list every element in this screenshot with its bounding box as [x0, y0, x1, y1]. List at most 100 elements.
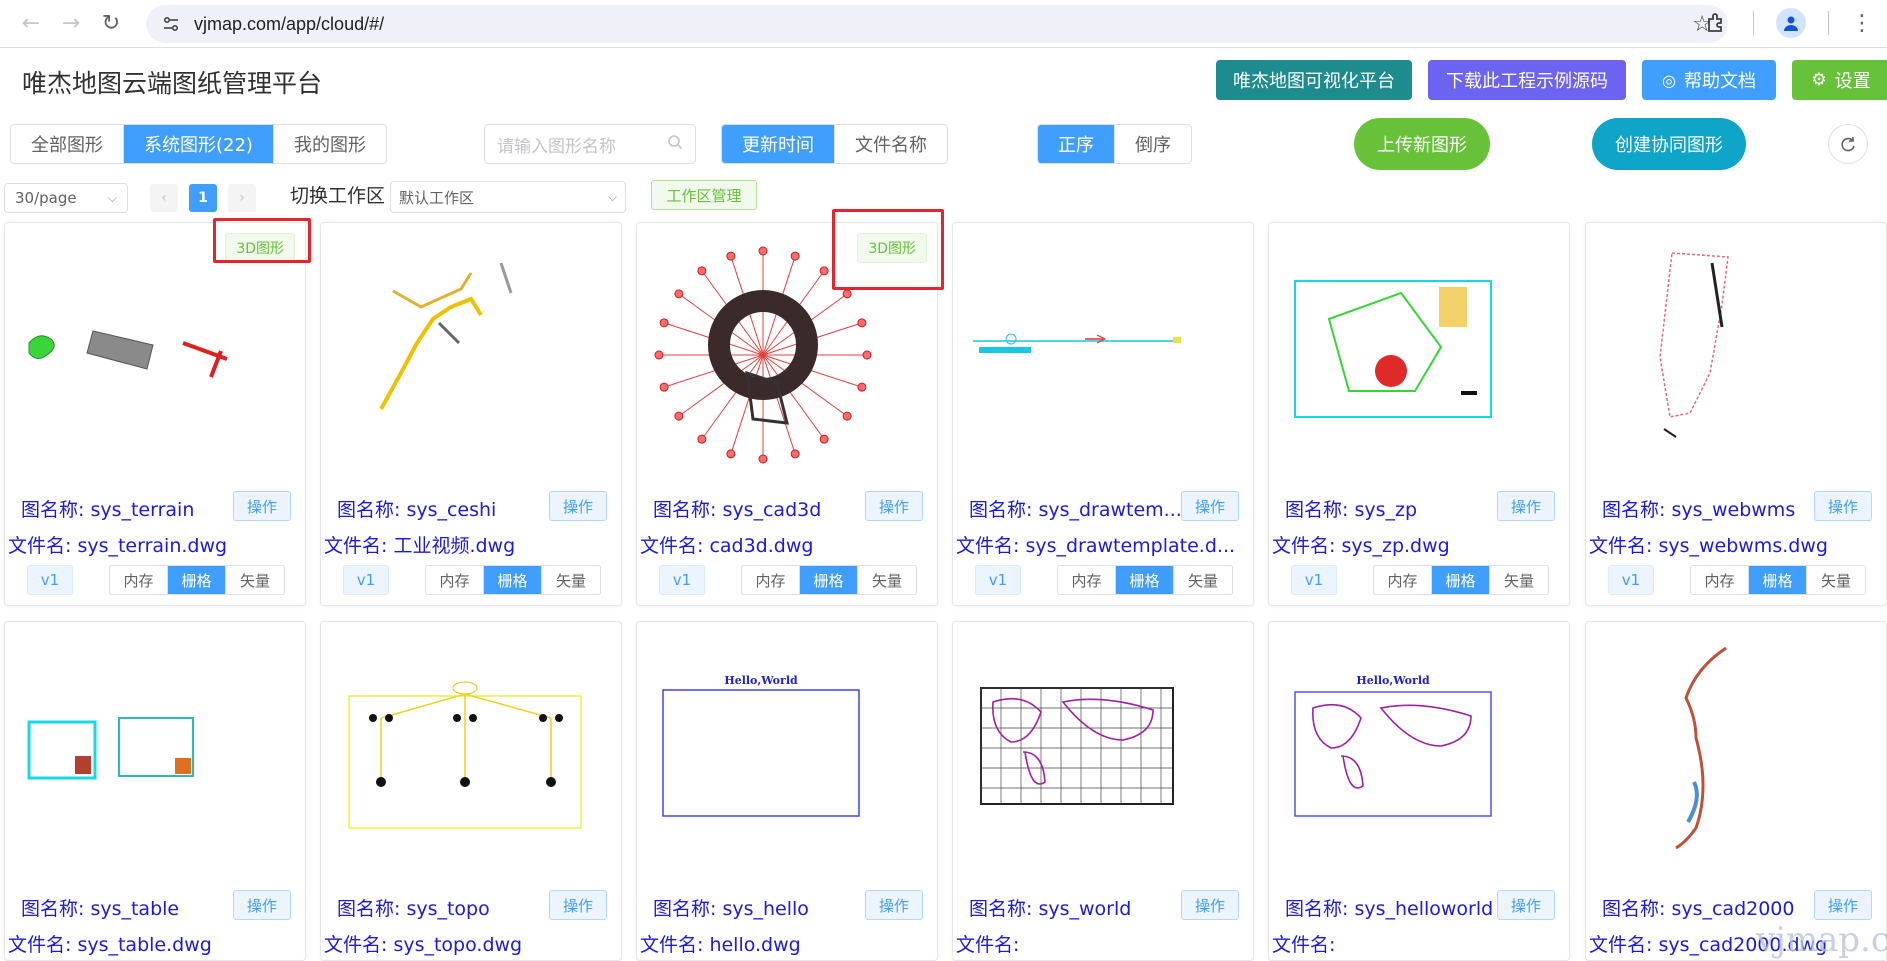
version-badge[interactable]: v1 [27, 565, 73, 595]
search-input[interactable]: 请输入图形名称 [484, 124, 696, 164]
operate-button[interactable]: 操作 [1814, 890, 1872, 920]
world-drawing[interactable] [953, 622, 1254, 884]
drawing-stroke [1461, 391, 1477, 395]
mode-vector[interactable]: 矢量 [542, 566, 600, 594]
workspace-select[interactable]: 默认工作区 ⌵ [390, 181, 626, 213]
reload-icon[interactable]: ↻ [94, 7, 128, 41]
tab-system-maps[interactable]: 系统图形(22) [124, 125, 274, 163]
mode-memory[interactable]: 内存 [426, 566, 484, 594]
version-badge[interactable]: v1 [1608, 565, 1654, 595]
mode-vector[interactable]: 矢量 [226, 566, 284, 594]
operate-button[interactable]: 操作 [1181, 491, 1239, 521]
drawing-stroke [1659, 252, 1729, 418]
download-source-button[interactable]: 下载此工程示例源码 [1428, 60, 1626, 100]
operate-button[interactable]: 操作 [1814, 491, 1872, 521]
profile-avatar-icon[interactable] [1776, 8, 1806, 38]
settings-button[interactable]: ⚙ 设置 [1792, 60, 1887, 100]
operate-button[interactable]: 操作 [233, 491, 291, 521]
mode-memory[interactable]: 内存 [1058, 566, 1116, 594]
map-card[interactable]: 3D图形 图名称: sys_terrain 操作 文件名: sys_terrai… [4, 222, 306, 606]
version-badge[interactable]: v1 [975, 565, 1021, 595]
map-card[interactable]: 图名称: sys_ceshi 操作 文件名: 工业视频.dwg v1 内存 栅格… [320, 222, 622, 606]
search-placeholder: 请输入图形名称 [497, 136, 616, 157]
mode-memory[interactable]: 内存 [742, 566, 800, 594]
site-settings-icon[interactable] [162, 15, 180, 33]
version-badge[interactable]: v1 [1291, 565, 1337, 595]
map-card[interactable]: 图名称: sys_topo 操作 文件名: sys_topo.dwg v1 内存… [320, 621, 622, 961]
terrain-blob [28, 335, 55, 359]
visual-platform-button[interactable]: 唯杰地图可视化平台 [1216, 60, 1412, 100]
tab-my-maps[interactable]: 我的图形 [273, 125, 386, 163]
next-page-button[interactable]: › [228, 184, 256, 212]
tab-all-maps[interactable]: 全部图形 [11, 125, 124, 163]
operate-button[interactable]: 操作 [1181, 890, 1239, 920]
chevron-left-icon: ‹ [161, 190, 167, 206]
forward-arrow-icon[interactable]: → [54, 7, 88, 41]
map-card[interactable]: 图名称: sys_drawtem... 操作 文件名: sys_drawtemp… [952, 222, 1254, 606]
zp-drawing[interactable] [1269, 223, 1570, 485]
map-card[interactable]: 图名称: sys_cad2000 操作 文件名: sys_cad2000.dwg… [1585, 621, 1887, 961]
mode-memory[interactable]: 内存 [1691, 566, 1749, 594]
version-badge[interactable]: v1 [343, 565, 389, 595]
mode-raster[interactable]: 栅格 [1116, 566, 1174, 594]
url-text: vjmap.com/app/cloud/#/ [194, 13, 385, 34]
operate-button[interactable]: 操作 [233, 890, 291, 920]
table-drawing[interactable] [5, 622, 306, 884]
mode-memory[interactable]: 内存 [1374, 566, 1432, 594]
drawing-stroke [555, 714, 563, 722]
mode-raster[interactable]: 栅格 [484, 566, 542, 594]
map-card[interactable]: Hello,World 图名称: sys_hello 操作 文件名: hello… [636, 621, 938, 961]
render-mode-tabs: 内存 栅格 矢量 [1057, 565, 1233, 595]
mode-raster[interactable]: 栅格 [1432, 566, 1490, 594]
workspace-manage-button[interactable]: 工作区管理 [651, 180, 757, 210]
mode-raster[interactable]: 栅格 [800, 566, 858, 594]
map-card[interactable]: 3D图形 图名称: sys_cad3d 操作 文件名: cad3d.dwg v1… [636, 222, 938, 606]
anchor-node [726, 251, 736, 261]
map-card[interactable]: 图名称: sys_table 操作 文件名: sys_table.dwg v1 … [4, 621, 306, 961]
address-bar[interactable]: vjmap.com/app/cloud/#/ ☆ [146, 5, 1728, 43]
map-card[interactable]: 图名称: sys_world 操作 文件名: v1 内存 栅格 矢量 [952, 621, 1254, 961]
mode-vector[interactable]: 矢量 [858, 566, 916, 594]
topo-drawing[interactable] [321, 622, 622, 884]
cad2000-drawing[interactable] [1586, 622, 1887, 884]
create-collab-map-button[interactable]: 创建协同图形 [1592, 118, 1746, 170]
search-icon[interactable] [667, 134, 683, 155]
prev-page-button[interactable]: ‹ [150, 184, 178, 212]
mode-memory[interactable]: 内存 [110, 566, 168, 594]
mode-vector[interactable]: 矢量 [1807, 566, 1865, 594]
mode-vector[interactable]: 矢量 [1490, 566, 1548, 594]
mode-raster[interactable]: 栅格 [168, 566, 226, 594]
map-card[interactable]: 图名称: sys_webwms 操作 文件名: sys_webwms.dwg v… [1585, 222, 1887, 606]
version-badge[interactable]: v1 [659, 565, 705, 595]
operate-button[interactable]: 操作 [549, 491, 607, 521]
mode-raster[interactable]: 栅格 [1749, 566, 1807, 594]
ceshi-drawing[interactable] [321, 223, 622, 485]
refresh-icon[interactable] [1828, 124, 1868, 164]
tab-sort-ascending[interactable]: 正序 [1038, 125, 1115, 163]
hello-drawing[interactable]: Hello,World [637, 622, 938, 884]
drawtemplate-drawing[interactable] [953, 223, 1254, 485]
browser-menu-icon[interactable]: ⋮ [1851, 11, 1873, 36]
webwms-drawing[interactable] [1586, 223, 1887, 485]
mode-vector[interactable]: 矢量 [1174, 566, 1232, 594]
tab-sort-descending[interactable]: 倒序 [1115, 125, 1191, 163]
anchor-node [659, 318, 669, 328]
back-arrow-icon[interactable]: ← [14, 7, 48, 41]
scope-tabs: 全部图形 系统图形(22) 我的图形 [10, 124, 387, 164]
upload-map-button[interactable]: 上传新图形 [1354, 118, 1490, 170]
operate-button[interactable]: 操作 [865, 890, 923, 920]
operate-button[interactable]: 操作 [549, 890, 607, 920]
help-docs-button[interactable]: ◎ 帮助文档 [1642, 60, 1776, 100]
building-block [1439, 287, 1467, 327]
operate-button[interactable]: 操作 [865, 491, 923, 521]
tab-sort-file-name[interactable]: 文件名称 [835, 125, 947, 163]
operate-button[interactable]: 操作 [1497, 890, 1555, 920]
page-number-button[interactable]: 1 [189, 184, 217, 212]
tab-sort-update-time[interactable]: 更新时间 [722, 125, 835, 163]
page-size-select[interactable]: 30/page ⌵ [4, 183, 128, 213]
helloworld-drawing[interactable]: Hello,World [1269, 622, 1570, 884]
map-card[interactable]: Hello,World 图名称: sys_helloworld 操作 文件名: … [1268, 621, 1570, 961]
map-card[interactable]: 图名称: sys_zp 操作 文件名: sys_zp.dwg v1 内存 栅格 … [1268, 222, 1570, 606]
extensions-puzzle-icon[interactable] [1701, 8, 1731, 38]
operate-button[interactable]: 操作 [1497, 491, 1555, 521]
